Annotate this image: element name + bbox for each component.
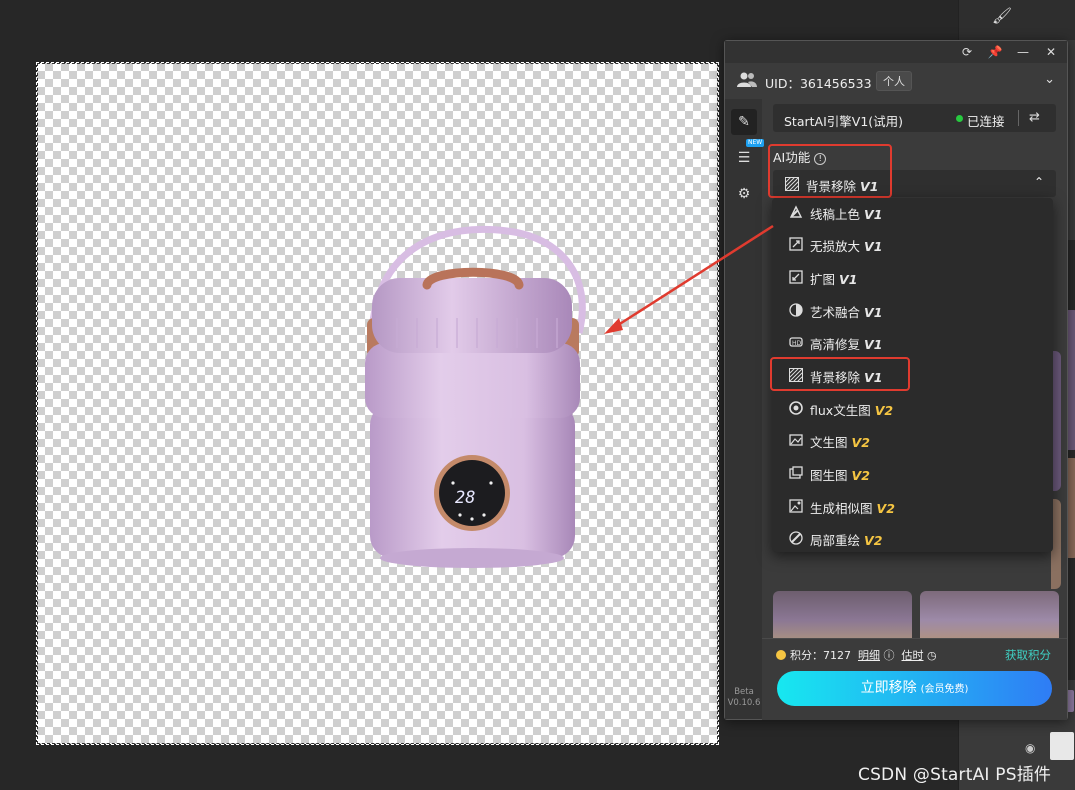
version-number: V0.10.6 bbox=[727, 698, 761, 708]
svg-text:28: 28 bbox=[455, 488, 475, 508]
engine-selector[interactable]: StartAI引擎V1(试用) 已连接 ⇄ bbox=[773, 104, 1056, 132]
account-row[interactable]: UID：361456533 个人 ⌄ bbox=[725, 65, 1067, 97]
chevron-down-icon[interactable]: ⌄ bbox=[1044, 72, 1055, 87]
product-thermos-image: 28 bbox=[365, 225, 586, 568]
side-nav: ✎ ☰ NEW ⚙ Beta V0.10.6 bbox=[725, 99, 765, 719]
similar-image-icon bbox=[789, 499, 803, 513]
users-icon bbox=[737, 72, 757, 87]
art-fusion-icon bbox=[789, 303, 803, 317]
edit-pen-icon[interactable]: ✎ bbox=[731, 109, 757, 135]
pin-icon[interactable]: 📌 bbox=[987, 44, 1003, 60]
inpaint-icon bbox=[789, 531, 803, 545]
lineart-color-icon bbox=[789, 205, 803, 218]
flux-icon bbox=[789, 401, 803, 415]
connection-status-dot bbox=[956, 115, 963, 122]
chevron-up-icon[interactable]: ⌃ bbox=[1034, 175, 1044, 189]
panel-titlebar: ⟳ 📌 — ✕ bbox=[725, 41, 1067, 63]
menu-item-upscale[interactable]: 无损放大 V1 bbox=[772, 230, 1053, 260]
layer-thumbnail bbox=[1050, 732, 1074, 760]
points-value: 7127 bbox=[823, 649, 851, 662]
highlight-ai-function bbox=[768, 144, 892, 198]
brush-tool-icon[interactable]: 🖌 bbox=[989, 6, 1015, 32]
points-info: 积分：7127 明细 ⓘ 估时 ◷ bbox=[790, 649, 937, 662]
hd-repair-icon: HD bbox=[789, 337, 803, 347]
eye-visibility-icon[interactable]: ◉ bbox=[1025, 741, 1035, 755]
menu-item-art-fusion[interactable]: 艺术融合 V1 bbox=[772, 296, 1053, 326]
remove-now-button[interactable]: 立即移除 (会员免费) bbox=[777, 671, 1052, 706]
estimate-link[interactable]: 估时 bbox=[902, 649, 924, 662]
menu-item-similar-image[interactable]: 生成相似图 V2 bbox=[772, 492, 1053, 522]
switch-engine-icon[interactable]: ⇄ bbox=[1029, 110, 1040, 125]
layers-icon[interactable]: ☰ NEW bbox=[731, 139, 765, 171]
menu-item-hd-repair[interactable]: HD 高清修复 V1 bbox=[772, 328, 1053, 358]
uid-text: UID：361456533 bbox=[765, 76, 872, 91]
action-bar: 积分：7127 明细 ⓘ 估时 ◷ 获取积分 立即移除 (会员免费) bbox=[762, 638, 1067, 720]
text-to-image-icon bbox=[789, 434, 803, 446]
connection-status-text: 已连接 bbox=[967, 114, 1005, 129]
highlight-background-remove bbox=[770, 357, 910, 391]
canvas-area[interactable]: 28 bbox=[36, 62, 719, 745]
menu-item-flux[interactable]: flux文生图 V2 bbox=[772, 394, 1053, 424]
menu-item-inpaint[interactable]: 局部重绘 V2 bbox=[772, 524, 1053, 554]
minimize-icon[interactable]: — bbox=[1015, 44, 1031, 60]
close-icon[interactable]: ✕ bbox=[1043, 44, 1059, 60]
image-to-image-icon bbox=[789, 466, 803, 479]
version-beta: Beta bbox=[734, 687, 754, 697]
menu-item-text-to-image[interactable]: 文生图 V2 bbox=[772, 426, 1053, 456]
refresh-icon[interactable]: ⟳ bbox=[959, 44, 975, 60]
coin-icon bbox=[776, 650, 786, 660]
menu-item-lineart-color[interactable]: 线稿上色 V1 bbox=[772, 198, 1053, 228]
svg-text:HD: HD bbox=[792, 340, 802, 347]
account-type-badge: 个人 bbox=[876, 71, 912, 91]
watermark-text: CSDN @StartAI PS插件 bbox=[858, 765, 1052, 785]
divider bbox=[1018, 110, 1019, 126]
upscale-icon bbox=[789, 237, 803, 251]
menu-item-image-to-image[interactable]: 图生图 V2 bbox=[772, 459, 1053, 489]
menu-item-expand-image[interactable]: 扩图 V1 bbox=[772, 263, 1053, 293]
gear-icon[interactable]: ⚙ bbox=[731, 181, 757, 207]
engine-name: StartAI引擎V1(试用) bbox=[784, 114, 904, 129]
expand-image-icon bbox=[789, 270, 803, 284]
get-points-link[interactable]: 获取积分 bbox=[1005, 647, 1051, 663]
detail-link[interactable]: 明细 bbox=[858, 649, 880, 662]
